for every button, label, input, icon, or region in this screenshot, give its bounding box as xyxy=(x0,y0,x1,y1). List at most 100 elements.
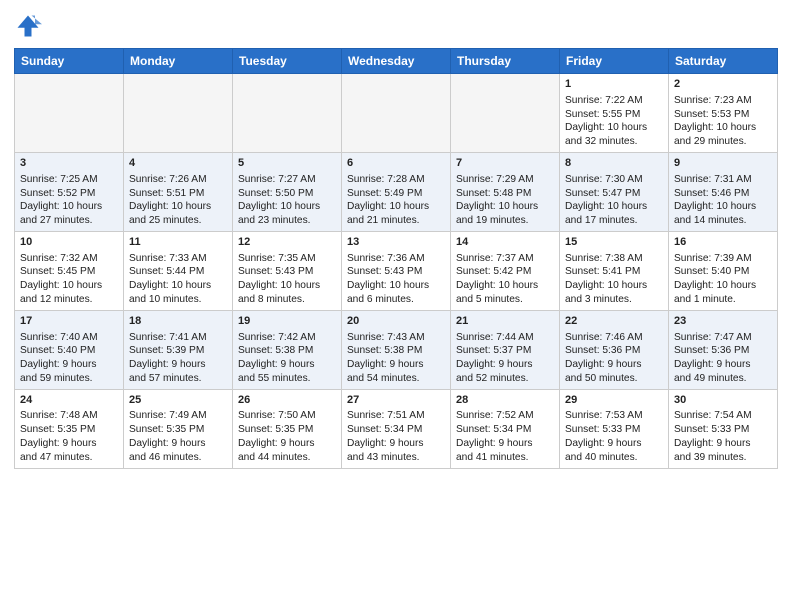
day-number: 18 xyxy=(129,314,227,329)
calendar-cell: 20 Sunrise: 7:43 AM Sunset: 5:38 PM Dayli… xyxy=(342,310,451,389)
day-info: Sunrise: 7:35 AM Sunset: 5:43 PM Dayligh… xyxy=(238,252,336,307)
day-info: Sunrise: 7:54 AM Sunset: 5:33 PM Dayligh… xyxy=(674,409,772,464)
day-number: 25 xyxy=(129,393,227,408)
calendar-cell: 13 Sunrise: 7:36 AM Sunset: 5:43 PM Dayli… xyxy=(342,231,451,310)
weekday-header-sunday: Sunday xyxy=(15,49,124,74)
calendar-cell: 24Sunrise: 7:48 AM Sunset: 5:35 PM Dayli… xyxy=(15,389,124,468)
day-info: Sunrise: 7:30 AM Sunset: 5:47 PM Dayligh… xyxy=(565,173,663,228)
day-info: Sunrise: 7:47 AM Sunset: 5:36 PM Dayligh… xyxy=(674,331,772,386)
calendar-cell: 21 Sunrise: 7:44 AM Sunset: 5:37 PM Dayli… xyxy=(451,310,560,389)
day-number: 24 xyxy=(20,393,118,408)
day-info: Sunrise: 7:33 AM Sunset: 5:44 PM Dayligh… xyxy=(129,252,227,307)
day-number: 8 xyxy=(565,156,663,171)
day-info: Sunrise: 7:49 AM Sunset: 5:35 PM Dayligh… xyxy=(129,409,227,464)
day-info: Sunrise: 7:39 AM Sunset: 5:40 PM Dayligh… xyxy=(674,252,772,307)
day-number: 5 xyxy=(238,156,336,171)
calendar-cell xyxy=(233,74,342,153)
day-number: 27 xyxy=(347,393,445,408)
day-number: 2 xyxy=(674,77,772,92)
weekday-header-wednesday: Wednesday xyxy=(342,49,451,74)
day-number: 9 xyxy=(674,156,772,171)
day-number: 20 xyxy=(347,314,445,329)
weekday-header-monday: Monday xyxy=(124,49,233,74)
weekday-header-row: SundayMondayTuesdayWednesdayThursdayFrid… xyxy=(15,49,778,74)
day-info: Sunrise: 7:23 AM Sunset: 5:53 PM Dayligh… xyxy=(674,94,772,149)
weekday-header-thursday: Thursday xyxy=(451,49,560,74)
calendar-cell xyxy=(124,74,233,153)
calendar-table: SundayMondayTuesdayWednesdayThursdayFrid… xyxy=(14,48,778,469)
calendar-cell: 5 Sunrise: 7:27 AM Sunset: 5:50 PM Daylig… xyxy=(233,152,342,231)
calendar-cell: 2 Sunrise: 7:23 AM Sunset: 5:53 PM Daylig… xyxy=(669,74,778,153)
page: SundayMondayTuesdayWednesdayThursdayFrid… xyxy=(0,0,792,612)
calendar-week-2: 3Sunrise: 7:25 AM Sunset: 5:52 PM Daylig… xyxy=(15,152,778,231)
calendar-cell: 11Sunrise: 7:33 AM Sunset: 5:44 PM Dayli… xyxy=(124,231,233,310)
day-info: Sunrise: 7:36 AM Sunset: 5:43 PM Dayligh… xyxy=(347,252,445,307)
calendar-cell: 16 Sunrise: 7:39 AM Sunset: 5:40 PM Dayli… xyxy=(669,231,778,310)
day-number: 12 xyxy=(238,235,336,250)
calendar-cell: 10 Sunrise: 7:32 AM Sunset: 5:45 PM Dayli… xyxy=(15,231,124,310)
calendar-cell: 30Sunrise: 7:54 AM Sunset: 5:33 PM Dayli… xyxy=(669,389,778,468)
day-number: 23 xyxy=(674,314,772,329)
day-number: 30 xyxy=(674,393,772,408)
day-number: 28 xyxy=(456,393,554,408)
calendar-cell: 25Sunrise: 7:49 AM Sunset: 5:35 PM Dayli… xyxy=(124,389,233,468)
day-info: Sunrise: 7:44 AM Sunset: 5:37 PM Dayligh… xyxy=(456,331,554,386)
day-info: Sunrise: 7:42 AM Sunset: 5:38 PM Dayligh… xyxy=(238,331,336,386)
day-number: 26 xyxy=(238,393,336,408)
calendar-cell xyxy=(451,74,560,153)
day-number: 4 xyxy=(129,156,227,171)
calendar-cell: 9Sunrise: 7:31 AM Sunset: 5:46 PM Daylig… xyxy=(669,152,778,231)
calendar-cell: 19Sunrise: 7:42 AM Sunset: 5:38 PM Dayli… xyxy=(233,310,342,389)
calendar-week-1: 1Sunrise: 7:22 AM Sunset: 5:55 PM Daylig… xyxy=(15,74,778,153)
calendar-cell: 18 Sunrise: 7:41 AM Sunset: 5:39 PM Dayli… xyxy=(124,310,233,389)
weekday-header-saturday: Saturday xyxy=(669,49,778,74)
day-number: 13 xyxy=(347,235,445,250)
logo-icon xyxy=(14,12,42,40)
calendar-cell: 17 Sunrise: 7:40 AM Sunset: 5:40 PM Dayli… xyxy=(15,310,124,389)
logo xyxy=(14,10,46,40)
day-info: Sunrise: 7:26 AM Sunset: 5:51 PM Dayligh… xyxy=(129,173,227,228)
calendar-cell: 12 Sunrise: 7:35 AM Sunset: 5:43 PM Dayli… xyxy=(233,231,342,310)
day-number: 16 xyxy=(674,235,772,250)
day-number: 6 xyxy=(347,156,445,171)
calendar-week-4: 17 Sunrise: 7:40 AM Sunset: 5:40 PM Dayli… xyxy=(15,310,778,389)
day-info: Sunrise: 7:53 AM Sunset: 5:33 PM Dayligh… xyxy=(565,409,663,464)
day-number: 14 xyxy=(456,235,554,250)
day-info: Sunrise: 7:37 AM Sunset: 5:42 PM Dayligh… xyxy=(456,252,554,307)
day-info: Sunrise: 7:28 AM Sunset: 5:49 PM Dayligh… xyxy=(347,173,445,228)
calendar-cell: 27Sunrise: 7:51 AM Sunset: 5:34 PM Dayli… xyxy=(342,389,451,468)
day-number: 29 xyxy=(565,393,663,408)
day-info: Sunrise: 7:41 AM Sunset: 5:39 PM Dayligh… xyxy=(129,331,227,386)
calendar-cell: 14 Sunrise: 7:37 AM Sunset: 5:42 PM Dayli… xyxy=(451,231,560,310)
calendar-week-3: 10 Sunrise: 7:32 AM Sunset: 5:45 PM Dayli… xyxy=(15,231,778,310)
calendar-cell xyxy=(15,74,124,153)
weekday-header-tuesday: Tuesday xyxy=(233,49,342,74)
day-info: Sunrise: 7:43 AM Sunset: 5:38 PM Dayligh… xyxy=(347,331,445,386)
calendar-cell: 6 Sunrise: 7:28 AM Sunset: 5:49 PM Daylig… xyxy=(342,152,451,231)
calendar-cell: 26Sunrise: 7:50 AM Sunset: 5:35 PM Dayli… xyxy=(233,389,342,468)
weekday-header-friday: Friday xyxy=(560,49,669,74)
day-info: Sunrise: 7:38 AM Sunset: 5:41 PM Dayligh… xyxy=(565,252,663,307)
calendar-cell xyxy=(342,74,451,153)
header xyxy=(14,10,778,40)
day-number: 15 xyxy=(565,235,663,250)
day-number: 17 xyxy=(20,314,118,329)
day-info: Sunrise: 7:46 AM Sunset: 5:36 PM Dayligh… xyxy=(565,331,663,386)
calendar-cell: 15 Sunrise: 7:38 AM Sunset: 5:41 PM Dayli… xyxy=(560,231,669,310)
day-number: 7 xyxy=(456,156,554,171)
day-info: Sunrise: 7:51 AM Sunset: 5:34 PM Dayligh… xyxy=(347,409,445,464)
calendar-week-5: 24Sunrise: 7:48 AM Sunset: 5:35 PM Dayli… xyxy=(15,389,778,468)
day-info: Sunrise: 7:27 AM Sunset: 5:50 PM Dayligh… xyxy=(238,173,336,228)
day-info: Sunrise: 7:40 AM Sunset: 5:40 PM Dayligh… xyxy=(20,331,118,386)
calendar-cell: 3Sunrise: 7:25 AM Sunset: 5:52 PM Daylig… xyxy=(15,152,124,231)
day-info: Sunrise: 7:48 AM Sunset: 5:35 PM Dayligh… xyxy=(20,409,118,464)
day-info: Sunrise: 7:50 AM Sunset: 5:35 PM Dayligh… xyxy=(238,409,336,464)
day-number: 22 xyxy=(565,314,663,329)
day-number: 10 xyxy=(20,235,118,250)
calendar-cell: 4 Sunrise: 7:26 AM Sunset: 5:51 PM Daylig… xyxy=(124,152,233,231)
calendar-cell: 7Sunrise: 7:29 AM Sunset: 5:48 PM Daylig… xyxy=(451,152,560,231)
day-info: Sunrise: 7:32 AM Sunset: 5:45 PM Dayligh… xyxy=(20,252,118,307)
day-number: 21 xyxy=(456,314,554,329)
calendar-cell: 22 Sunrise: 7:46 AM Sunset: 5:36 PM Dayli… xyxy=(560,310,669,389)
day-number: 3 xyxy=(20,156,118,171)
